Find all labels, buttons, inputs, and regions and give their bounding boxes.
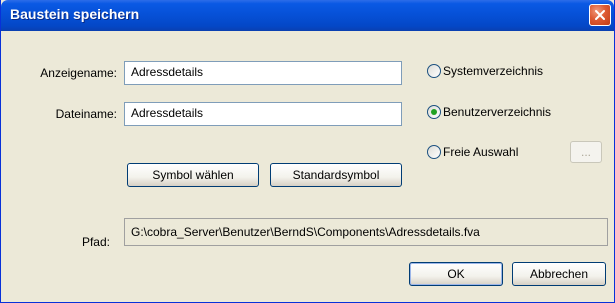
radio-button-icon <box>427 145 441 159</box>
radio-custom-selection[interactable]: Freie Auswahl <box>427 145 518 159</box>
dialog-title: Baustein speichern <box>10 6 140 22</box>
save-component-dialog: Baustein speichern Anzeigename: Adressde… <box>0 0 615 303</box>
browse-button[interactable]: ... <box>570 141 602 163</box>
default-symbol-button[interactable]: Standardsymbol <box>270 163 402 187</box>
path-field[interactable]: G:\cobra_Server\Benutzer\BerndS\Componen… <box>124 218 608 246</box>
ok-button[interactable]: OK <box>409 262 503 286</box>
radio-custom-selection-label: Freie Auswahl <box>443 145 519 159</box>
title-bar[interactable]: Baustein speichern <box>1 0 614 31</box>
radio-button-icon <box>427 64 441 78</box>
choose-symbol-button[interactable]: Symbol wählen <box>127 163 259 187</box>
close-icon <box>595 10 605 20</box>
radio-system-directory-label: Systemverzeichnis <box>443 64 544 78</box>
file-name-label: Dateiname: <box>55 107 117 121</box>
radio-user-directory-label: Benutzerverzeichnis <box>443 105 552 119</box>
radio-button-selected-icon <box>427 105 441 119</box>
file-name-input[interactable]: Adressdetails <box>124 102 402 126</box>
radio-user-directory[interactable]: Benutzerverzeichnis <box>427 105 551 119</box>
display-name-label: Anzeigename: <box>40 66 117 80</box>
path-label: Pfad: <box>81 235 110 249</box>
cancel-button[interactable]: Abbrechen <box>512 262 606 286</box>
display-name-input[interactable]: Adressdetails <box>124 61 402 85</box>
close-button[interactable] <box>589 4 611 26</box>
radio-system-directory[interactable]: Systemverzeichnis <box>427 64 543 78</box>
